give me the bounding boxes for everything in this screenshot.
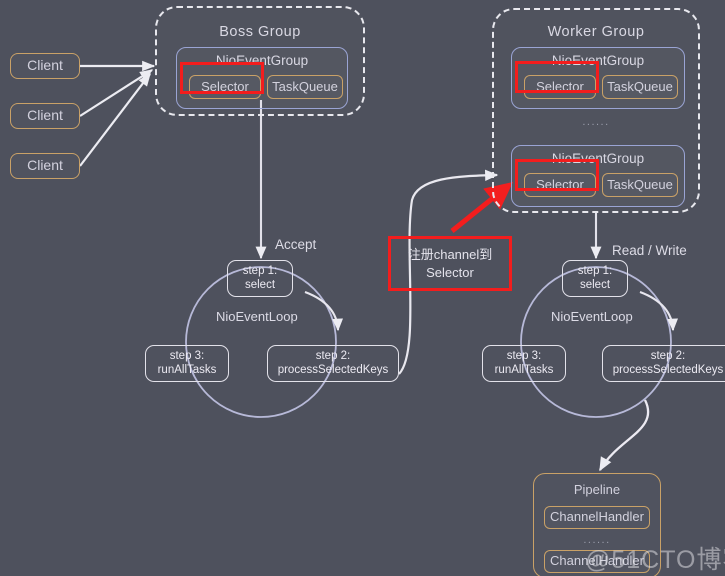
worker-group-ellipsis: ...... (582, 116, 610, 128)
boss-step-1[interactable]: step 1: select (227, 260, 293, 297)
worker-taskqueue-box-1[interactable]: TaskQueue (602, 75, 678, 99)
boss-taskqueue-label: TaskQueue (272, 78, 338, 94)
client-label: Client (27, 57, 63, 74)
annotation-text: 注册channel到 Selector (407, 246, 493, 280)
boss-step-3[interactable]: step 3: runAllTasks (145, 345, 229, 382)
client-box-2[interactable]: Client (10, 103, 80, 129)
worker-group-title: Worker Group (547, 24, 645, 40)
client-box-1[interactable]: Client (10, 53, 80, 79)
worker-step-3[interactable]: step 3: runAllTasks (482, 345, 566, 382)
boss-group-container: Boss Group NioEventGroup Selector TaskQu… (155, 6, 365, 116)
worker-taskqueue-box-2[interactable]: TaskQueue (602, 173, 678, 197)
worker-taskqueue-label: TaskQueue (607, 176, 673, 192)
read-write-label: Read / Write (612, 243, 687, 258)
boss-step-2[interactable]: step 2: processSelectedKeys (267, 345, 399, 382)
worker-step-2[interactable]: step 2: processSelectedKeys (602, 345, 725, 382)
worker-loop-arrow (639, 291, 679, 332)
channel-handler-label: ChannelHandler (550, 509, 644, 525)
watermark-text: @51CTO博客 (585, 546, 725, 574)
worker-selector-highlight-2 (515, 159, 599, 191)
client-connectors (79, 60, 156, 167)
worker-taskqueue-label: TaskQueue (607, 78, 673, 94)
worker-selector-highlight-1 (515, 61, 599, 93)
client-label: Client (27, 157, 63, 174)
boss-selector-highlight (180, 62, 264, 94)
boss-taskqueue-box[interactable]: TaskQueue (267, 75, 343, 99)
channel-handler-box-1[interactable]: ChannelHandler (544, 506, 650, 529)
boss-loop-label: NioEventLoop (216, 309, 298, 324)
accept-label: Accept (275, 237, 317, 252)
client-label: Client (27, 107, 63, 124)
worker-step-1[interactable]: step 1: select (562, 260, 628, 297)
pipeline-title: Pipeline (573, 482, 621, 497)
diagram-canvas: Client Client Client Boss Group NioEvent… (0, 0, 725, 576)
pipeline-connector (598, 399, 650, 472)
worker-loop-label: NioEventLoop (551, 309, 633, 324)
client-box-3[interactable]: Client (10, 153, 80, 179)
boss-group-title: Boss Group (219, 24, 301, 40)
boss-loop-arrow (304, 291, 344, 332)
